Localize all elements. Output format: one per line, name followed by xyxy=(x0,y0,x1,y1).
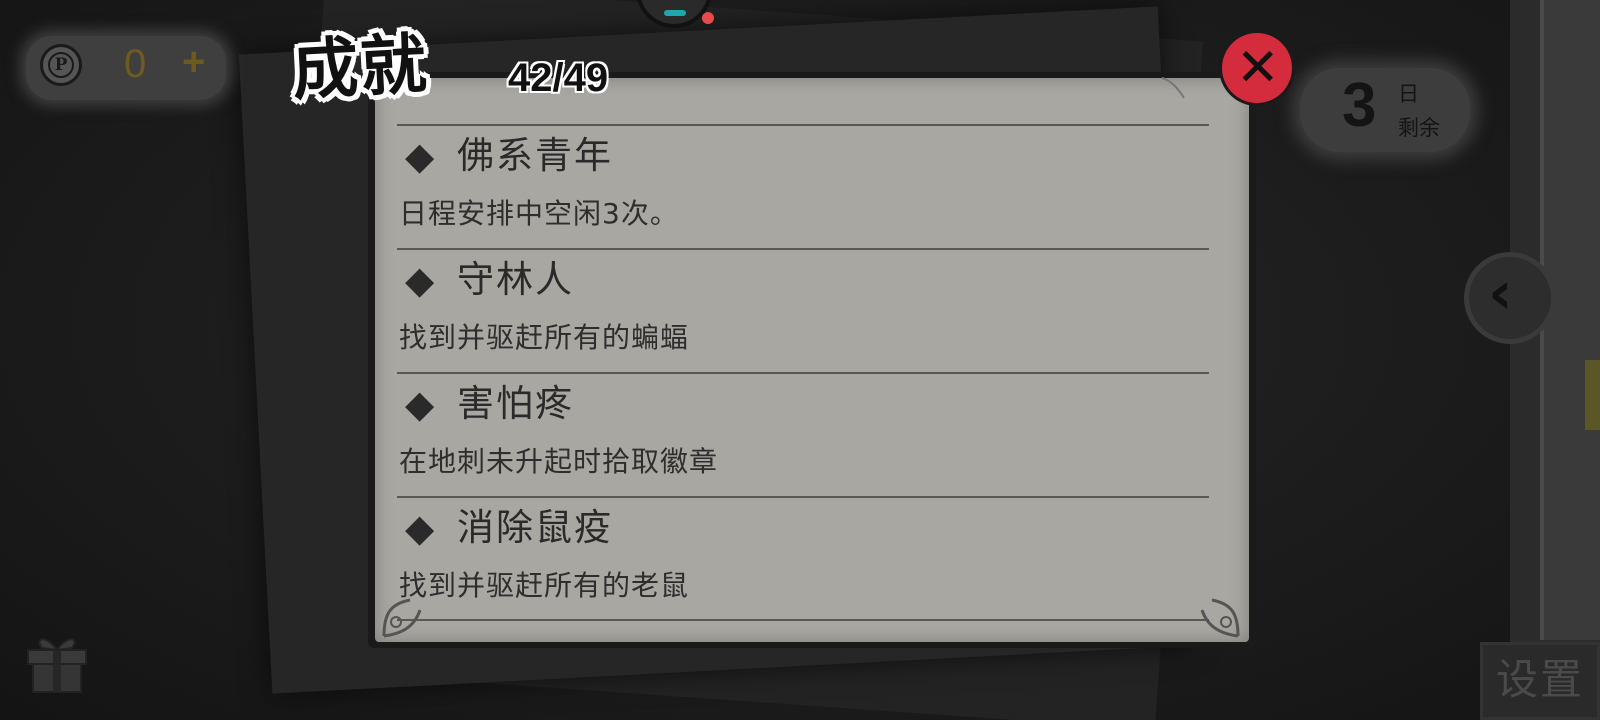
achievement-description: 找到并驱赶所有的蝙蝠 xyxy=(399,321,690,354)
days-remaining-number: 3 xyxy=(1342,71,1377,140)
achievement-item: ◆ 守林人 找到并驱赶所有的蝙蝠 xyxy=(375,248,1249,372)
divider xyxy=(397,619,1209,621)
ornament-corner-icon xyxy=(382,598,422,638)
notification-dot xyxy=(702,12,714,24)
achievement-title: 守林人 xyxy=(457,258,574,301)
ornament-corner-icon xyxy=(1161,77,1185,99)
achievements-dialog: ◆ 佛系青年 日程安排中空闲3次。 ◆ 守林人 找到并驱赶所有的蝙蝠 ◆ 害怕疼… xyxy=(375,78,1249,642)
days-remaining-label: 剩余 xyxy=(1398,116,1440,140)
diamond-bullet-icon: ◆ xyxy=(405,382,435,426)
achievement-item: ◆ 害怕疼 在地刺未升起时拾取徽章 xyxy=(375,372,1249,496)
achievement-item: ◆ 消除鼠疫 找到并驱赶所有的老鼠 xyxy=(375,496,1249,620)
background-note xyxy=(1585,360,1600,430)
achievement-title: 佛系青年 xyxy=(457,134,613,177)
settings-label: 设置 xyxy=(1496,655,1585,704)
achievement-title: 害怕疼 xyxy=(457,382,574,425)
gift-icon[interactable] xyxy=(24,630,90,694)
coin-value: 0 xyxy=(124,42,147,86)
coin-symbol: P xyxy=(48,52,74,78)
days-remaining-panel xyxy=(1300,68,1470,152)
add-coins-button[interactable]: + xyxy=(182,40,205,85)
achievement-description: 日程安排中空闲3次。 xyxy=(399,197,679,230)
achievement-count: 42/49 xyxy=(508,56,609,100)
chevron-left-icon: ‹ xyxy=(1488,258,1513,328)
divider xyxy=(397,248,1209,250)
coin-p-icon: P xyxy=(40,44,82,86)
achievement-item: ◆ 佛系青年 日程安排中空闲3次。 xyxy=(375,124,1249,248)
ornament-corner-icon xyxy=(1200,598,1240,638)
achievement-title: 消除鼠疫 xyxy=(457,506,613,549)
divider xyxy=(397,372,1209,374)
diamond-bullet-icon: ◆ xyxy=(405,506,435,550)
gauge-indicator xyxy=(664,10,686,16)
achievement-description: 在地刺未升起时拾取徽章 xyxy=(399,445,719,478)
close-icon: ✕ xyxy=(1236,38,1280,98)
divider xyxy=(397,124,1209,126)
divider xyxy=(397,496,1209,498)
diamond-bullet-icon: ◆ xyxy=(405,134,435,178)
dialog-title: 成就 xyxy=(290,25,431,110)
achievement-description: 找到并驱赶所有的老鼠 xyxy=(399,569,690,602)
diamond-bullet-icon: ◆ xyxy=(405,258,435,302)
achievement-list[interactable]: ◆ 佛系青年 日程安排中空闲3次。 ◆ 守林人 找到并驱赶所有的蝙蝠 ◆ 害怕疼… xyxy=(375,124,1249,620)
days-unit: 日 xyxy=(1398,82,1419,106)
